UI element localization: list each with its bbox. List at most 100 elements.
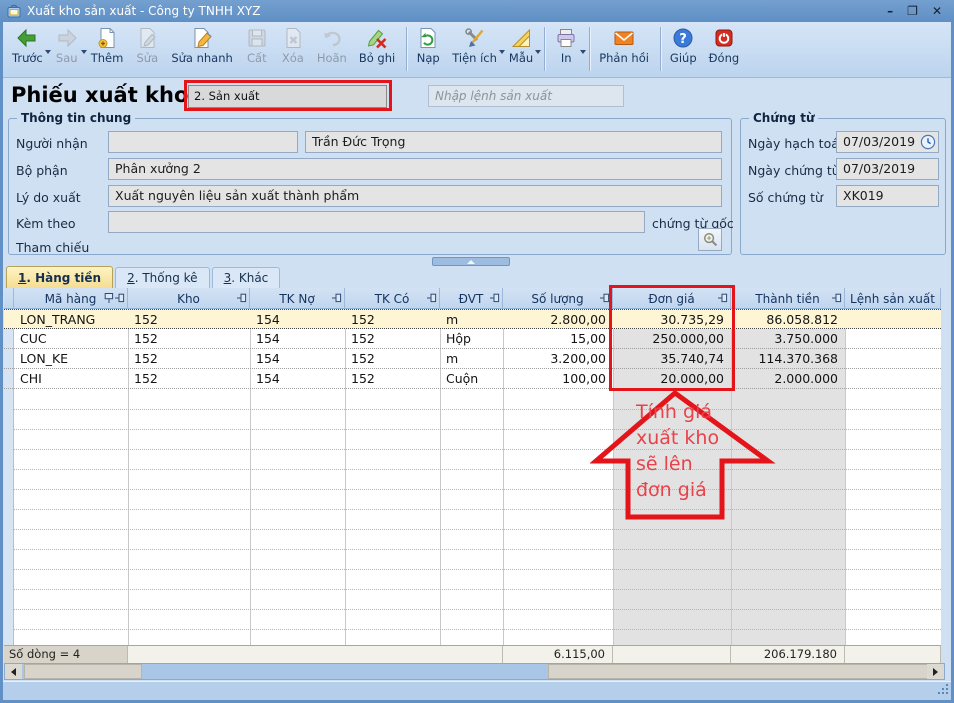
cell-dvt[interactable]: m [440,349,503,368]
cell-ma_hang[interactable]: LON_TRANG [14,310,128,329]
cell-lenh_sx[interactable] [845,329,941,348]
minimize-button[interactable]: – [887,0,893,22]
cell-kho[interactable]: 152 [128,310,250,329]
toolbar-separator [589,27,590,71]
cell-so_luong[interactable]: 100,00 [503,369,613,388]
production-order-input[interactable]: Nhập lệnh sản xuất [428,85,624,107]
horizontal-scrollbar[interactable] [4,663,945,680]
date-picker-clock-icon[interactable] [920,134,936,150]
toolbar-button-sua-nhanh[interactable]: Sửa nhanh [166,24,240,74]
cell-kho[interactable]: 152 [128,349,250,368]
grid-footer-row: Số dòng = 46.115,00206.179.180 [4,645,941,662]
column-header-kho[interactable]: Kho [128,288,250,309]
column-header-thanh_tien[interactable]: Thành tiền [731,288,845,309]
chevron-down-icon[interactable] [535,50,541,54]
printer-icon [555,27,577,49]
toolbar-button-nap[interactable]: Nạp [411,24,447,74]
cell-tk_co[interactable]: 152 [345,349,440,368]
toolbar-button-them[interactable]: Thêm [86,24,131,74]
tab-khac[interactable]: 3. Khác [212,267,281,288]
document-date-field[interactable]: 07/03/2019 [836,158,939,180]
cell-dvt[interactable]: Hộp [440,329,503,348]
refresh-icon [417,27,439,49]
cell-thanh_tien[interactable]: 2.000.000 [731,369,845,388]
cell-kho[interactable]: 152 [128,369,250,388]
toolbar-button-truoc[interactable]: Trước [7,24,50,74]
column-header-lenh_sx[interactable]: Lệnh sản xuất [845,288,941,309]
close-button[interactable]: ✕ [932,0,942,22]
toolbar-button-label: Giúp [670,51,697,65]
reason-field[interactable]: Xuất nguyên liệu sản xuất thành phẩm [108,185,722,207]
scroll-left-button[interactable] [5,664,22,679]
cell-kho[interactable]: 152 [128,329,250,348]
chevron-down-icon[interactable] [580,50,586,54]
toolbar-button-phan-hoi[interactable]: Phản hồi [594,24,656,74]
resize-grip[interactable] [938,680,949,699]
tab-thong-ke[interactable]: 2. Thống kê [115,267,210,288]
table-row[interactable]: LON_KE152154152m3.200,0035.740,74114.370… [4,349,941,369]
maximize-button[interactable]: ❐ [907,0,918,22]
cell-so_luong[interactable]: 15,00 [503,329,613,348]
cell-so_luong[interactable]: 2.800,00 [503,310,613,329]
column-header-tk_co[interactable]: TK Có [345,288,440,309]
column-header-ma_hang[interactable]: Mã hàng [14,288,128,309]
receiver-name-field[interactable]: Trần Đức Trọng [305,131,722,153]
pin-icon[interactable] [490,293,500,303]
column-header-tk_no[interactable]: TK Nợ [250,288,345,309]
cell-tk_no[interactable]: 154 [250,329,345,348]
toolbar-button-tien-ich[interactable]: Tiện ích [447,24,504,74]
toolbar-button-dong[interactable]: Đóng [704,24,747,74]
arrow-left-icon [11,668,16,676]
annotation-text-line: đơn giá [636,477,719,503]
table-row[interactable]: CHI152154152Cuộn100,0020.000,002.000.000 [4,369,941,389]
cell-thanh_tien[interactable]: 114.370.368 [731,349,845,368]
pin-icon[interactable] [237,293,247,303]
toolbar-button-label: Tiện ích [452,51,497,65]
department-field[interactable]: Phân xưởng 2 [108,158,722,180]
cell-lenh_sx[interactable] [845,349,941,368]
scrollbar-thumb-right[interactable] [548,664,929,679]
pin-icon[interactable] [332,293,342,303]
cell-thanh_tien[interactable]: 3.750.000 [731,329,845,348]
attachment-field[interactable] [108,211,645,233]
cell-lenh_sx[interactable] [845,310,941,329]
cell-ma_hang[interactable]: LON_KE [14,349,128,368]
cell-dvt[interactable]: m [440,310,503,329]
column-header-dvt[interactable]: ĐVT [440,288,503,309]
cell-tk_co[interactable]: 152 [345,329,440,348]
document-number-field[interactable]: XK019 [836,185,939,207]
toolbar-button-giup[interactable]: ? Giúp [665,24,704,74]
scrollbar-thumb-left[interactable] [24,664,142,679]
reference-lookup-button[interactable] [698,228,722,251]
svg-text:?: ? [679,32,687,47]
cell-so_luong[interactable]: 3.200,00 [503,349,613,368]
column-header-label: Lệnh sản xuất [850,292,935,306]
cell-ma_hang[interactable]: CUC [14,329,128,348]
table-row[interactable]: LON_TRANG152154152m2.800,0030.735,2986.0… [4,309,941,329]
toolbar-button-bo-ghi[interactable]: Bỏ ghi [354,24,402,74]
column-header-so_luong[interactable]: Số lượng [503,288,613,309]
cell-thanh_tien[interactable]: 86.058.812 [731,310,845,329]
cell-ma_hang[interactable]: CHI [14,369,128,388]
cell-tk_no[interactable]: 154 [250,310,345,329]
document-number-label: Số chứng từ [748,190,823,205]
table-row[interactable]: CUC152154152Hộp15,00250.000,003.750.000 [4,329,941,349]
receiver-code-field[interactable] [108,131,298,153]
posting-date-field[interactable]: 07/03/2019 [836,131,939,153]
collapse-splitter-handle[interactable] [432,257,510,266]
scroll-right-button[interactable] [927,664,944,679]
cell-tk_no[interactable]: 154 [250,349,345,368]
toolbar-button-in[interactable]: In [549,24,585,74]
tab-hang-tien[interactable]: 1. Hàng tiền [6,266,113,288]
pin-icon[interactable] [427,293,437,303]
toolbar-button-mau[interactable]: Mẫu [504,24,540,74]
app-window: Xuất kho sản xuất - Công ty TNHH XYZ – ❐… [0,0,954,703]
pin-icon[interactable] [104,293,125,303]
cell-tk_co[interactable]: 152 [345,369,440,388]
cell-lenh_sx[interactable] [845,369,941,388]
cell-tk_co[interactable]: 152 [345,310,440,329]
cell-tk_no[interactable]: 154 [250,369,345,388]
grid-empty-row-line [14,509,941,510]
cell-dvt[interactable]: Cuộn [440,369,503,388]
pin-icon[interactable] [832,293,842,303]
